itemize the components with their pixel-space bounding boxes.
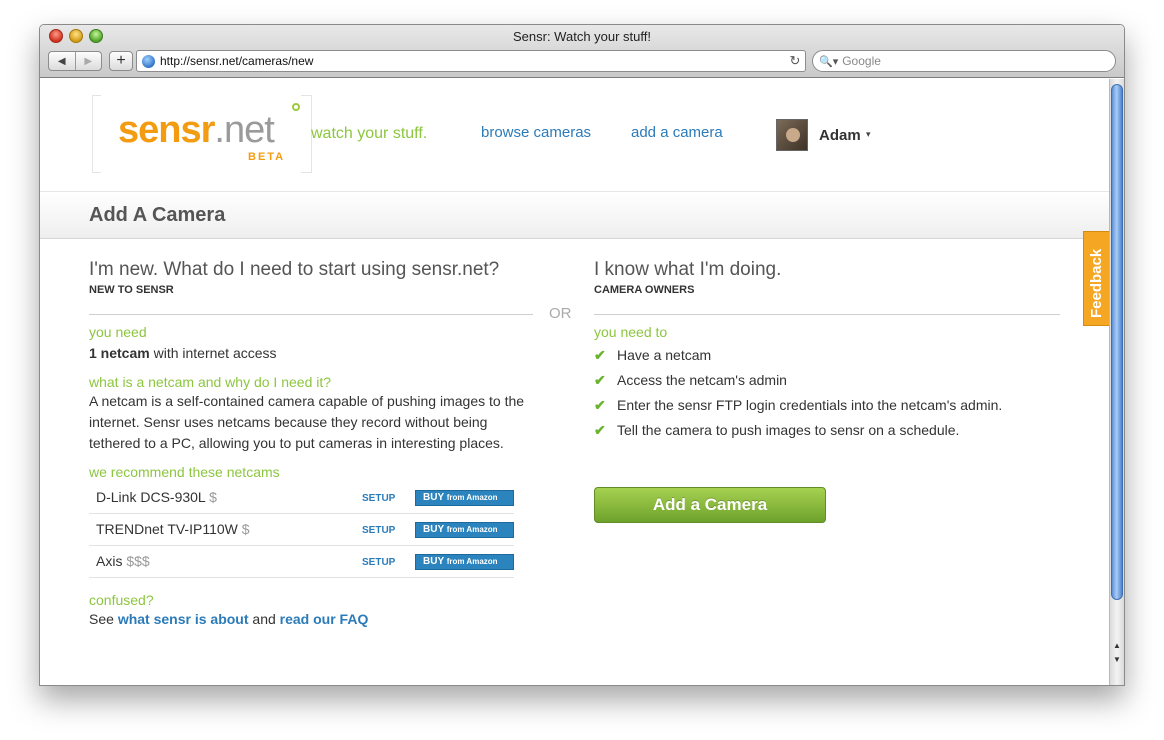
setup-link[interactable]: SETUP bbox=[362, 493, 395, 504]
back-button[interactable]: ◀ bbox=[49, 52, 75, 70]
globe-icon bbox=[142, 54, 155, 68]
list-item: ✔ Access the netcam's admin bbox=[594, 368, 1060, 393]
window-title: Sensr: Watch your stuff! bbox=[513, 29, 651, 44]
table-row: TRENDnet TV-IP110W $ SETUP BUY from Amaz… bbox=[89, 514, 514, 546]
chevron-down-icon[interactable]: ▾ bbox=[866, 129, 871, 140]
recommend-label: we recommend these netcams bbox=[89, 464, 280, 480]
logo-main: sensr bbox=[118, 109, 215, 151]
feedback-tab[interactable]: Feedback bbox=[1083, 231, 1110, 326]
add-camera-button[interactable]: Add a Camera bbox=[594, 487, 826, 523]
tagline: watch your stuff. bbox=[311, 125, 428, 142]
netcam-count: 1 netcam bbox=[89, 345, 150, 361]
help-links: See what sensr is about and read our FAQ bbox=[89, 609, 533, 630]
new-user-subheading: NEW TO SENSR bbox=[89, 284, 174, 296]
see-text: See bbox=[89, 611, 118, 627]
table-row: D-Link DCS-930L $ SETUP BUY from Amazon bbox=[89, 482, 514, 514]
browser-window: Sensr: Watch your stuff! ◀ ▶ + http://se… bbox=[39, 24, 1125, 686]
check-icon: ✔ bbox=[594, 347, 606, 363]
buy-amazon-button[interactable]: BUY from Amazon bbox=[415, 554, 514, 570]
confused-label: confused? bbox=[89, 592, 154, 608]
table-row: Axis $$$ SETUP BUY from Amazon bbox=[89, 546, 514, 578]
avatar[interactable] bbox=[776, 119, 808, 151]
scrollbar-thumb[interactable] bbox=[1111, 84, 1123, 600]
or-separator: OR bbox=[549, 305, 572, 322]
setup-link[interactable]: SETUP bbox=[362, 525, 395, 536]
user-menu[interactable]: Adam bbox=[819, 127, 861, 144]
camera-name-text: TRENDnet TV-IP110W bbox=[96, 521, 238, 537]
new-user-heading: I'm new. What do I need to start using s… bbox=[89, 259, 500, 280]
camera-price: $ bbox=[241, 521, 250, 537]
page-title: Add A Camera bbox=[89, 204, 226, 226]
forward-button[interactable]: ▶ bbox=[74, 52, 102, 70]
owner-heading: I know what I'm doing. bbox=[594, 259, 782, 280]
nav-add-camera[interactable]: add a camera bbox=[631, 124, 723, 141]
logo-dot-icon bbox=[292, 103, 300, 111]
owner-subheading: CAMERA OWNERS bbox=[594, 284, 695, 296]
scroll-down-icon[interactable]: ▼ bbox=[1110, 653, 1124, 667]
buy-label: BUY bbox=[423, 492, 444, 503]
scroll-up-icon[interactable]: ▲ bbox=[1110, 639, 1124, 653]
buy-sublabel: from Amazon bbox=[446, 557, 498, 566]
camera-price: $ bbox=[209, 489, 217, 505]
list-item: ✔ Enter the sensr FTP login credentials i… bbox=[594, 393, 1060, 418]
search-placeholder: Google bbox=[842, 54, 881, 68]
buy-sublabel: from Amazon bbox=[446, 493, 498, 502]
camera-owner-column: I know what I'm doing. CAMERA OWNERS you… bbox=[594, 259, 1060, 443]
divider-left bbox=[89, 314, 533, 315]
buy-amazon-button[interactable]: BUY from Amazon bbox=[415, 490, 514, 506]
you-need-to-label: you need to bbox=[594, 324, 668, 340]
faq-link[interactable]: read our FAQ bbox=[280, 611, 369, 627]
recommended-cameras-table: D-Link DCS-930L $ SETUP BUY from Amazon … bbox=[89, 482, 514, 578]
site-logo[interactable]: sensr.net bbox=[118, 109, 275, 152]
buy-label: BUY bbox=[423, 556, 444, 567]
list-item: ✔ Have a netcam bbox=[594, 343, 1060, 368]
camera-price: $$$ bbox=[126, 553, 150, 569]
buy-amazon-button[interactable]: BUY from Amazon bbox=[415, 522, 514, 538]
check-text: Enter the sensr FTP login credentials in… bbox=[617, 397, 1003, 413]
page-title-bar: Add A Camera bbox=[40, 192, 1110, 239]
reload-icon[interactable]: ↻ bbox=[785, 53, 805, 69]
camera-name-text: D-Link DCS-930L bbox=[96, 489, 206, 505]
check-icon: ✔ bbox=[594, 372, 606, 388]
page-viewport: sensr.net BETA watch your stuff. browse … bbox=[40, 79, 1110, 685]
vertical-scrollbar[interactable]: ▲ ▼ bbox=[1109, 79, 1124, 685]
check-text: Access the netcam's admin bbox=[617, 372, 787, 388]
nav-browse-cameras[interactable]: browse cameras bbox=[481, 124, 591, 141]
address-bar[interactable]: http://sensr.net/cameras/new ↻ bbox=[136, 50, 806, 72]
logo-net: .net bbox=[214, 109, 274, 151]
setup-link[interactable]: SETUP bbox=[362, 557, 395, 568]
site-header: sensr.net BETA watch your stuff. browse … bbox=[40, 79, 1110, 192]
browser-toolbar: Sensr: Watch your stuff! ◀ ▶ + http://se… bbox=[40, 25, 1124, 78]
search-icon[interactable]: 🔍▾ bbox=[819, 55, 838, 68]
history-buttons: ◀ ▶ bbox=[48, 51, 102, 71]
search-field[interactable]: 🔍▾ Google bbox=[812, 50, 1116, 72]
camera-name: Axis $$$ bbox=[96, 553, 150, 569]
feedback-label: Feedback bbox=[1088, 248, 1105, 318]
logo-beta: BETA bbox=[248, 151, 286, 163]
netcam-explanation: A netcam is a self-contained camera capa… bbox=[89, 393, 525, 451]
check-text: Have a netcam bbox=[617, 347, 712, 363]
check-icon: ✔ bbox=[594, 422, 606, 438]
you-need-label: you need bbox=[89, 324, 147, 340]
camera-name: TRENDnet TV-IP110W $ bbox=[96, 521, 250, 537]
and-text: and bbox=[248, 611, 280, 627]
list-item: ✔ Tell the camera to push images to sensr… bbox=[594, 418, 1060, 443]
buy-label: BUY bbox=[423, 524, 444, 535]
what-is-netcam-label: what is a netcam and why do I need it? bbox=[89, 374, 332, 390]
add-bookmark-button[interactable]: + bbox=[109, 51, 133, 71]
check-icon: ✔ bbox=[594, 397, 606, 413]
about-sensr-link[interactable]: what sensr is about bbox=[118, 611, 249, 627]
netcam-requirement: 1 netcam with internet access bbox=[89, 343, 533, 364]
camera-name-text: Axis bbox=[96, 553, 123, 569]
camera-name: D-Link DCS-930L $ bbox=[96, 489, 217, 505]
buy-sublabel: from Amazon bbox=[446, 525, 498, 534]
requirements-list: ✔ Have a netcam ✔ Access the netcam's admi… bbox=[594, 343, 1060, 443]
netcam-requirement-text: with internet access bbox=[149, 345, 277, 361]
check-text: Tell the camera to push images to sensr … bbox=[617, 422, 960, 438]
address-text[interactable]: http://sensr.net/cameras/new bbox=[160, 54, 785, 68]
